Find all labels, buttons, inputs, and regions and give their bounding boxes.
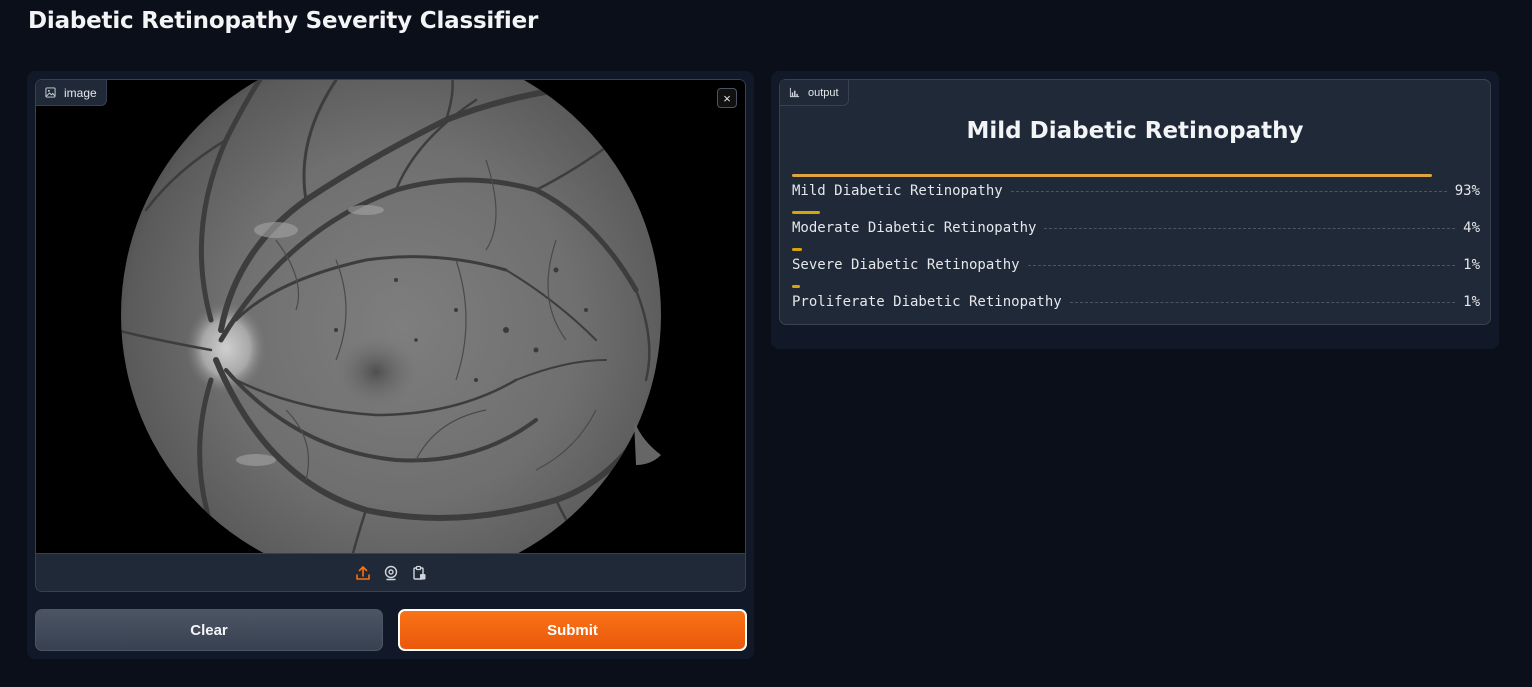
confidence-bar — [792, 211, 820, 214]
output-panel: output Mild Diabetic Retinopathy Mild Di… — [771, 71, 1499, 349]
confidence-label: Mild Diabetic Retinopathy — [792, 183, 1003, 199]
confidence-percent: 1% — [1463, 257, 1480, 273]
submit-button[interactable]: Submit — [398, 609, 747, 651]
confidence-label: Moderate Diabetic Retinopathy — [792, 220, 1037, 236]
image-block-label: image — [36, 80, 107, 106]
confidence-bar — [792, 174, 1432, 177]
confidence-label: Proliferate Diabetic Retinopathy — [792, 294, 1062, 310]
close-icon: × — [723, 90, 731, 106]
bar-chart-icon — [789, 87, 800, 98]
confidence-list: Mild Diabetic Retinopathy 93% Moderate D… — [792, 174, 1480, 322]
confidence-item[interactable]: Mild Diabetic Retinopathy 93% — [792, 174, 1480, 211]
upload-icon[interactable] — [354, 564, 372, 582]
image-preview[interactable] — [36, 80, 745, 553]
confidence-label: Severe Diabetic Retinopathy — [792, 257, 1020, 273]
clear-image-button[interactable]: × — [717, 88, 737, 108]
page-title: Diabetic Retinopathy Severity Classifier — [28, 8, 539, 34]
confidence-percent: 4% — [1463, 220, 1480, 236]
clear-button[interactable]: Clear — [35, 609, 383, 651]
confidence-item[interactable]: Severe Diabetic Retinopathy 1% — [792, 248, 1480, 285]
confidence-item[interactable]: Moderate Diabetic Retinopathy 4% — [792, 211, 1480, 248]
output-label-text: output — [808, 86, 839, 99]
confidence-percent: 93% — [1454, 183, 1480, 199]
dotted-leader — [1027, 265, 1456, 266]
image-input-block: image × — [35, 79, 746, 592]
output-block-label: output — [780, 80, 849, 106]
label-output-block: output Mild Diabetic Retinopathy Mild Di… — [779, 79, 1491, 325]
dotted-leader — [1010, 191, 1447, 192]
image-label-text: image — [64, 85, 97, 100]
dotted-leader — [1044, 228, 1456, 229]
predicted-label: Mild Diabetic Retinopathy — [966, 118, 1304, 144]
confidence-item[interactable]: Proliferate Diabetic Retinopathy 1% — [792, 285, 1480, 322]
image-icon — [45, 87, 56, 98]
webcam-icon[interactable] — [382, 564, 400, 582]
clipboard-icon[interactable] — [410, 564, 428, 582]
fundus-image — [36, 80, 745, 553]
confidence-percent: 1% — [1463, 294, 1480, 310]
confidence-bar — [792, 285, 801, 288]
image-source-toolbar — [36, 553, 745, 591]
confidence-bar — [792, 248, 803, 251]
dotted-leader — [1069, 302, 1456, 303]
input-panel: image × Clear Submit — [27, 71, 754, 659]
